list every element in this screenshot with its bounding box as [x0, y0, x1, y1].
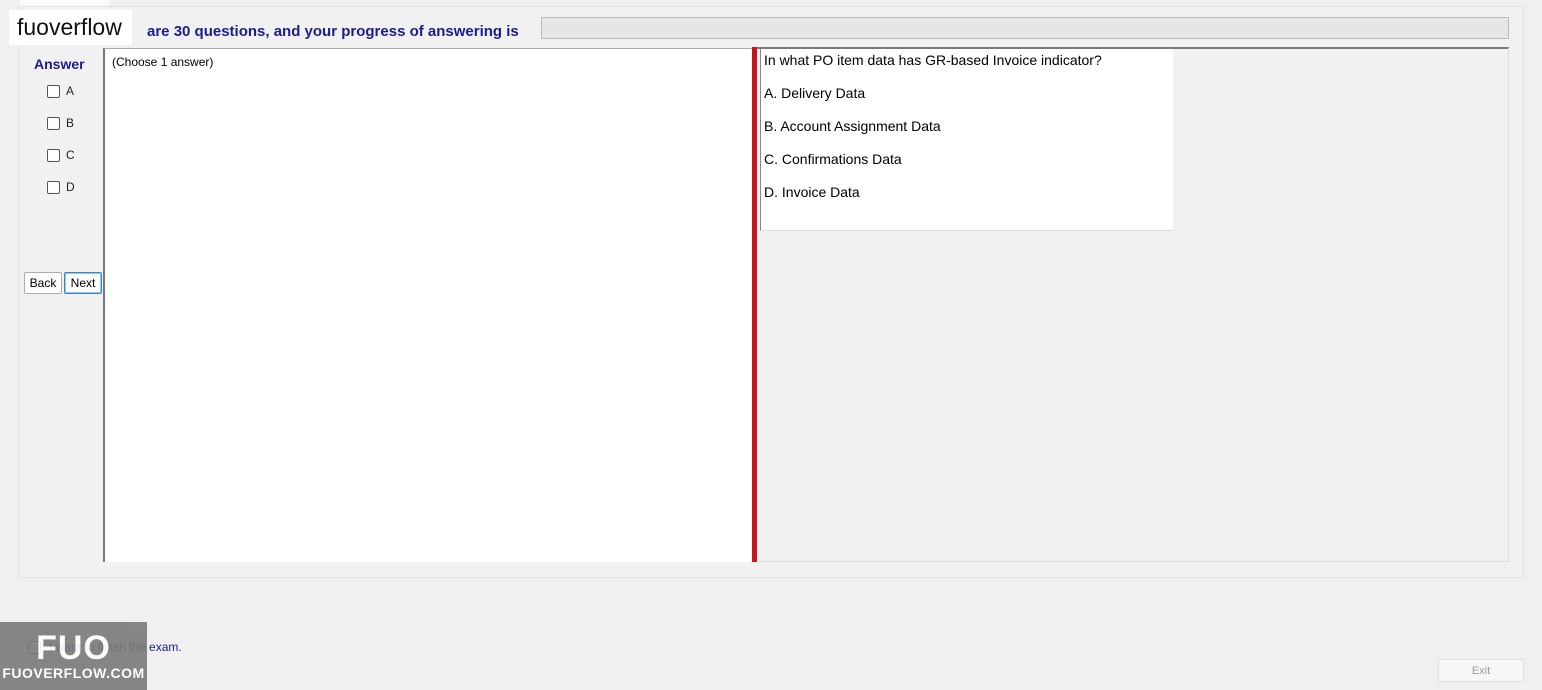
answer-option-label: C — [66, 148, 75, 162]
progress-bar — [541, 17, 1509, 39]
checkbox[interactable] — [47, 84, 60, 98]
exit-button[interactable]: Exit — [1438, 659, 1524, 682]
answer-option-b[interactable]: B — [47, 116, 74, 130]
checkbox[interactable] — [47, 180, 60, 194]
answer-option-label: A — [66, 84, 75, 98]
question-option-d: D. Invoice Data — [764, 184, 860, 200]
choose-instruction: (Choose 1 answer) — [112, 55, 214, 69]
answer-option-a[interactable]: A — [47, 84, 74, 98]
back-button[interactable]: Back — [24, 272, 62, 294]
progress-text: are 30 questions, and your progress of a… — [147, 23, 519, 40]
question-option-c: C. Confirmations Data — [764, 151, 902, 167]
question-option-b: B. Account Assignment Data — [764, 118, 941, 134]
checkbox[interactable] — [47, 116, 60, 130]
answer-panel: Answer A B C D — [24, 48, 103, 561]
question-option-a: A. Delivery Data — [764, 85, 866, 101]
answer-option-label: D — [66, 180, 75, 194]
fuoverflow-logo: FUO FUOVERFLOW.COM — [0, 622, 147, 690]
checkbox[interactable] — [47, 148, 60, 162]
logo-text: FUOVERFLOW.COM — [2, 665, 145, 681]
question-panel: (Choose 1 answer) — [103, 48, 753, 562]
answer-option-label: B — [66, 116, 75, 130]
answer-option-d[interactable]: D — [47, 180, 75, 194]
answer-option-c[interactable]: C — [47, 148, 75, 162]
logo-mark: FUO — [36, 629, 111, 667]
answer-title: Answer — [34, 56, 85, 72]
watermark-label: fuoverflow — [9, 10, 132, 45]
question-box: In what PO item data has GR-based Invoic… — [760, 49, 1173, 231]
question-text: In what PO item data has GR-based Invoic… — [764, 52, 1102, 68]
next-button[interactable]: Next — [64, 272, 102, 294]
